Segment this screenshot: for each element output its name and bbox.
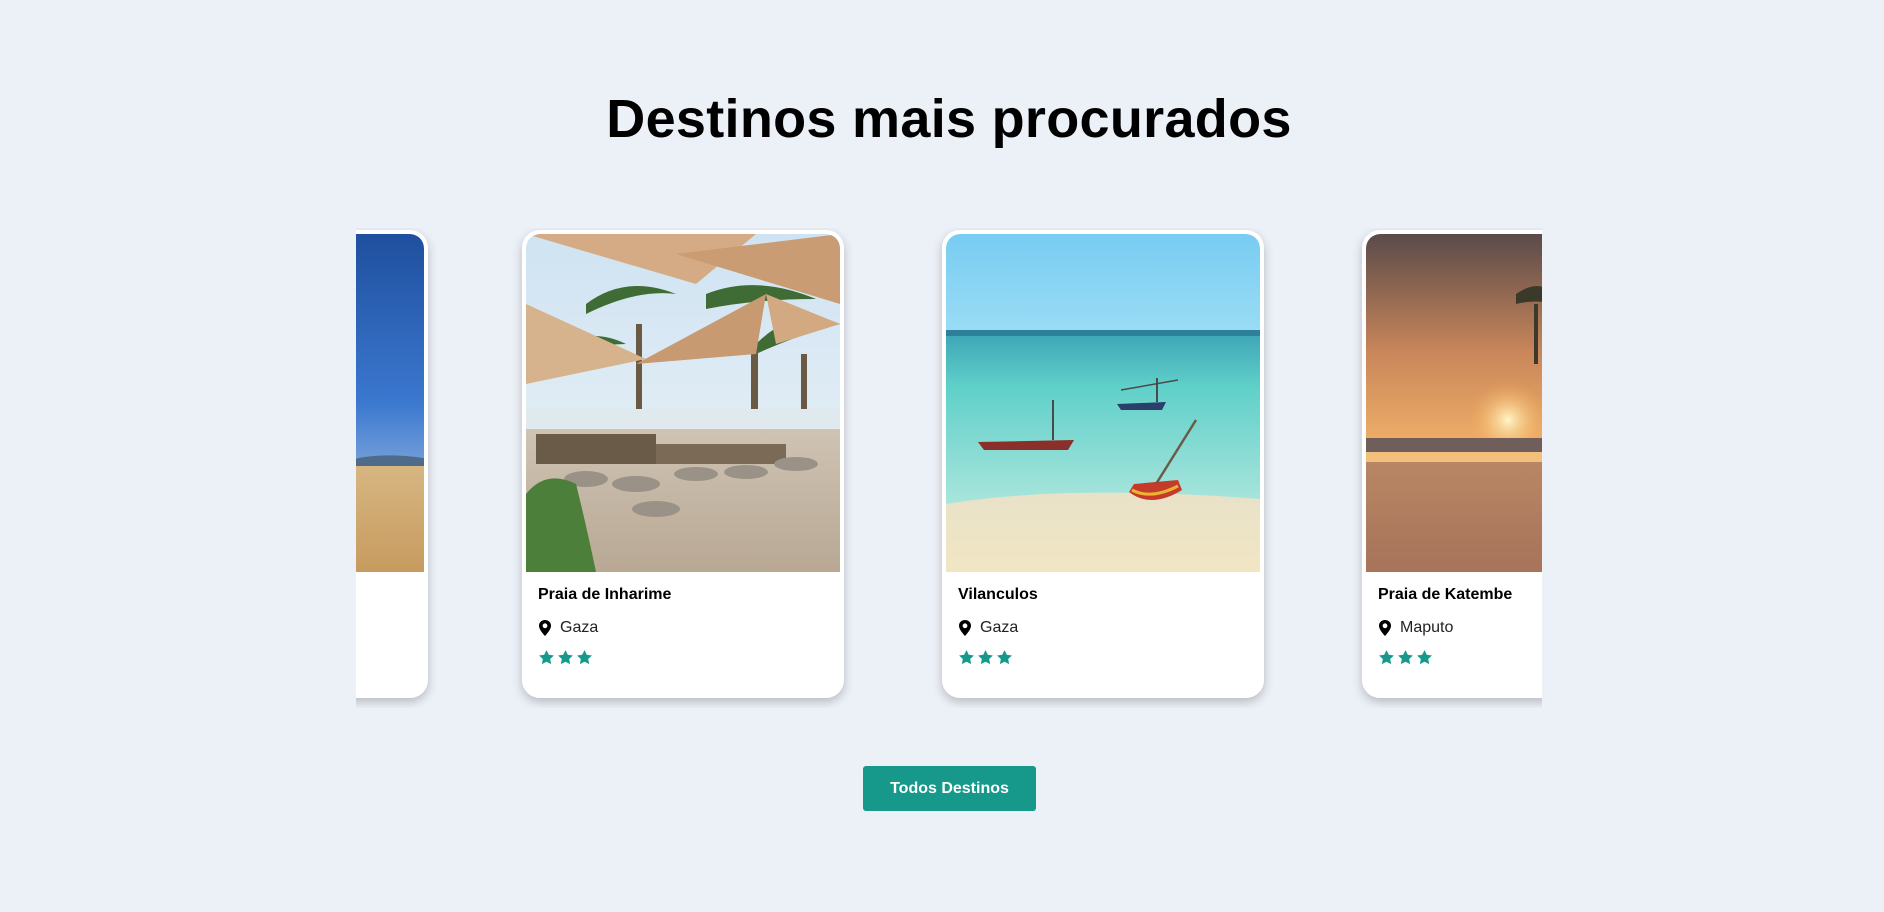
location-pin-icon <box>539 620 551 636</box>
destination-location: Maputo <box>1378 618 1542 638</box>
rating-stars <box>1378 649 1542 666</box>
destination-card[interactable] <box>356 230 428 698</box>
destination-card[interactable]: Praia de Inharime Gaza <box>522 230 844 698</box>
rating-stars <box>538 649 828 666</box>
destination-location: Gaza <box>958 618 1248 638</box>
star-icon <box>997 650 1012 665</box>
star-icon <box>1379 650 1394 665</box>
destination-title: Praia de Katembe <box>1378 586 1513 603</box>
location-pin-icon <box>959 620 971 636</box>
star-icon <box>959 650 974 665</box>
location-label: Maputo <box>1400 619 1454 636</box>
location-label: Gaza <box>560 619 599 636</box>
destination-title <box>356 586 412 606</box>
all-destinations-button[interactable]: Todos Destinos <box>863 766 1036 811</box>
destination-title: Vilanculos <box>958 586 1038 603</box>
location-label: Gaza <box>980 619 1019 636</box>
destination-title: Praia de Inharime <box>538 586 672 603</box>
star-icon <box>558 650 573 665</box>
location-pin-icon <box>1379 620 1391 636</box>
destinations-section: Destinos mais procurados Praia de Inhari… <box>0 0 1884 912</box>
star-icon <box>1398 650 1413 665</box>
star-icon <box>577 650 592 665</box>
destination-image[interactable] <box>356 234 424 572</box>
destination-location: Gaza <box>538 618 828 638</box>
section-heading: Destinos mais procurados <box>606 89 1292 149</box>
destinations-carousel[interactable]: Praia de Inharime Gaza Vilanculos Gaza P… <box>356 228 1542 708</box>
star-icon <box>978 650 993 665</box>
destination-card[interactable]: Vilanculos Gaza <box>942 230 1264 698</box>
star-icon <box>1417 650 1432 665</box>
destination-image[interactable] <box>1366 234 1542 572</box>
rating-stars <box>958 649 1248 666</box>
destination-image[interactable] <box>526 234 840 572</box>
star-icon <box>539 650 554 665</box>
destination-image[interactable] <box>946 234 1260 572</box>
destination-card[interactable]: Praia de Katembe Maputo <box>1362 230 1542 698</box>
